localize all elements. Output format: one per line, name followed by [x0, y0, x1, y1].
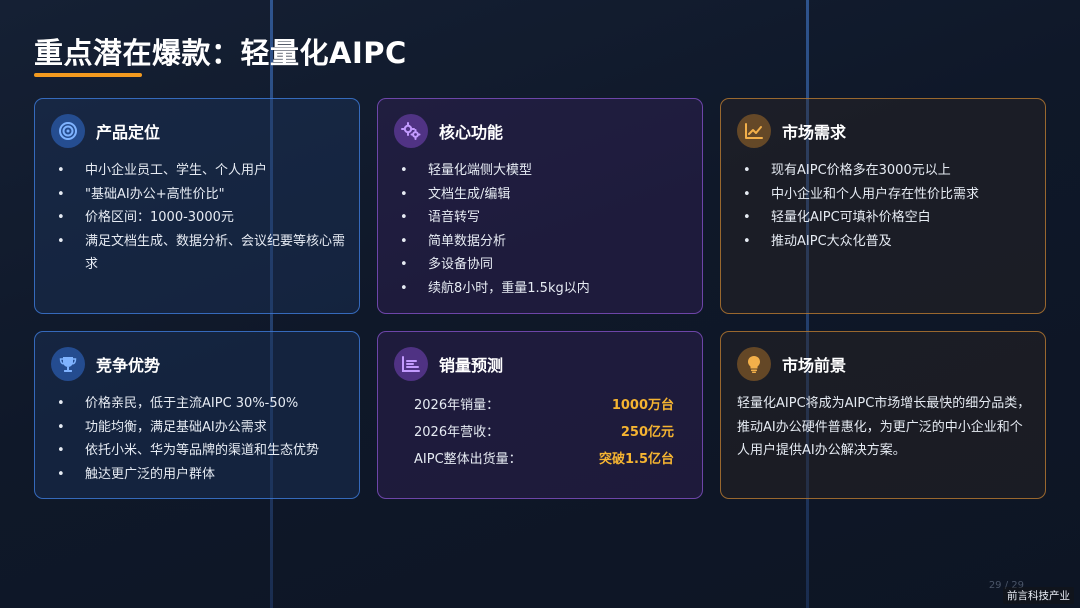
list-item: 价格区间：1000-3000元 [57, 206, 345, 230]
list-item: 功能均衡，满足基础AI办公需求 [57, 416, 345, 440]
bar-chart-icon [394, 347, 428, 381]
gears-icon [394, 114, 428, 148]
outlook-paragraph: 轻量化AIPC将成为AIPC市场增长最快的细分品类，推动AI办公硬件普惠化，为更… [737, 396, 1031, 458]
stat-label: 2026年营收： [414, 425, 500, 440]
card-title: 产品定位 [96, 123, 161, 142]
card-competitive-advantage: 竞争优势 价格亲民，低于主流AIPC 30%-50% 功能均衡，满足基础AI办公… [34, 331, 360, 499]
bullet-list: 中小企业员工、学生、个人用户 "基础AI办公+高性价比" 价格区间：1000-3… [57, 159, 345, 277]
stat-row: AIPC整体出货量： 突破1.5亿台 [414, 448, 674, 467]
card-header: 销量预测 [394, 347, 503, 381]
stat-label: 2026年销量： [414, 398, 500, 413]
list-item: 语音转写 [400, 206, 688, 230]
card-sales-forecast: 销量预测 2026年销量： 1000万台 2026年营收： 250亿元 AIPC… [377, 331, 703, 499]
title-underline [34, 73, 142, 77]
list-item: 推动AIPC大众化普及 [743, 230, 1031, 254]
card-header: 产品定位 [51, 114, 160, 148]
stat-label: AIPC整体出货量： [414, 452, 522, 467]
watermark: 前言科技产业 [1003, 587, 1074, 604]
card-title: 销量预测 [439, 356, 504, 375]
bullet-list: 轻量化端侧大模型 文档生成/编辑 语音转写 简单数据分析 多设备协同 续航8小时… [400, 159, 688, 300]
list-item: 简单数据分析 [400, 230, 688, 254]
bullet-list: 现有AIPC价格多在3000元以上 中小企业和个人用户存在性价比需求 轻量化AI… [743, 159, 1031, 253]
line-chart-icon [737, 114, 771, 148]
list-item: 现有AIPC价格多在3000元以上 [743, 159, 1031, 183]
card-header: 市场前景 [737, 347, 846, 381]
card-market-outlook: 市场前景 轻量化AIPC将成为AIPC市场增长最快的细分品类，推动AI办公硬件普… [720, 331, 1046, 499]
lightbulb-icon [737, 347, 771, 381]
stat-value: 1000万台 [611, 398, 674, 413]
trophy-icon [51, 347, 85, 381]
card-title: 竞争优势 [96, 356, 161, 375]
list-item: 轻量化端侧大模型 [400, 159, 688, 183]
card-title: 市场前景 [782, 356, 847, 375]
list-item: 依托小米、华为等品牌的渠道和生态优势 [57, 439, 345, 463]
stat-value: 250亿元 [620, 425, 674, 440]
list-item: 价格亲民，低于主流AIPC 30%-50% [57, 392, 345, 416]
list-item: "基础AI办公+高性价比" [57, 183, 345, 207]
stat-row: 2026年营收： 250亿元 [414, 421, 674, 440]
card-product-positioning: 产品定位 中小企业员工、学生、个人用户 "基础AI办公+高性价比" 价格区间：1… [34, 98, 360, 314]
list-item: 中小企业和个人用户存在性价比需求 [743, 183, 1031, 207]
card-title: 市场需求 [782, 123, 847, 142]
list-item: 触达更广泛的用户群体 [57, 463, 345, 487]
card-market-demand: 市场需求 现有AIPC价格多在3000元以上 中小企业和个人用户存在性价比需求 … [720, 98, 1046, 314]
target-icon [51, 114, 85, 148]
card-header: 核心功能 [394, 114, 503, 148]
card-core-features: 核心功能 轻量化端侧大模型 文档生成/编辑 语音转写 简单数据分析 多设备协同 … [377, 98, 703, 314]
card-title: 核心功能 [439, 123, 504, 142]
page-title: 重点潜在爆款：轻量化AIPC [34, 36, 407, 70]
list-item: 续航8小时，重量1.5kg以内 [400, 277, 688, 301]
list-item: 文档生成/编辑 [400, 183, 688, 207]
stat-value: 突破1.5亿台 [598, 452, 674, 467]
bullet-list: 价格亲民，低于主流AIPC 30%-50% 功能均衡，满足基础AI办公需求 依托… [57, 392, 345, 486]
stat-row: 2026年销量： 1000万台 [414, 394, 674, 413]
list-item: 中小企业员工、学生、个人用户 [57, 159, 345, 183]
list-item: 轻量化AIPC可填补价格空白 [743, 206, 1031, 230]
list-item: 满足文档生成、数据分析、会议纪要等核心需求 [57, 230, 345, 277]
card-header: 市场需求 [737, 114, 846, 148]
card-header: 竞争优势 [51, 347, 160, 381]
list-item: 多设备协同 [400, 253, 688, 277]
